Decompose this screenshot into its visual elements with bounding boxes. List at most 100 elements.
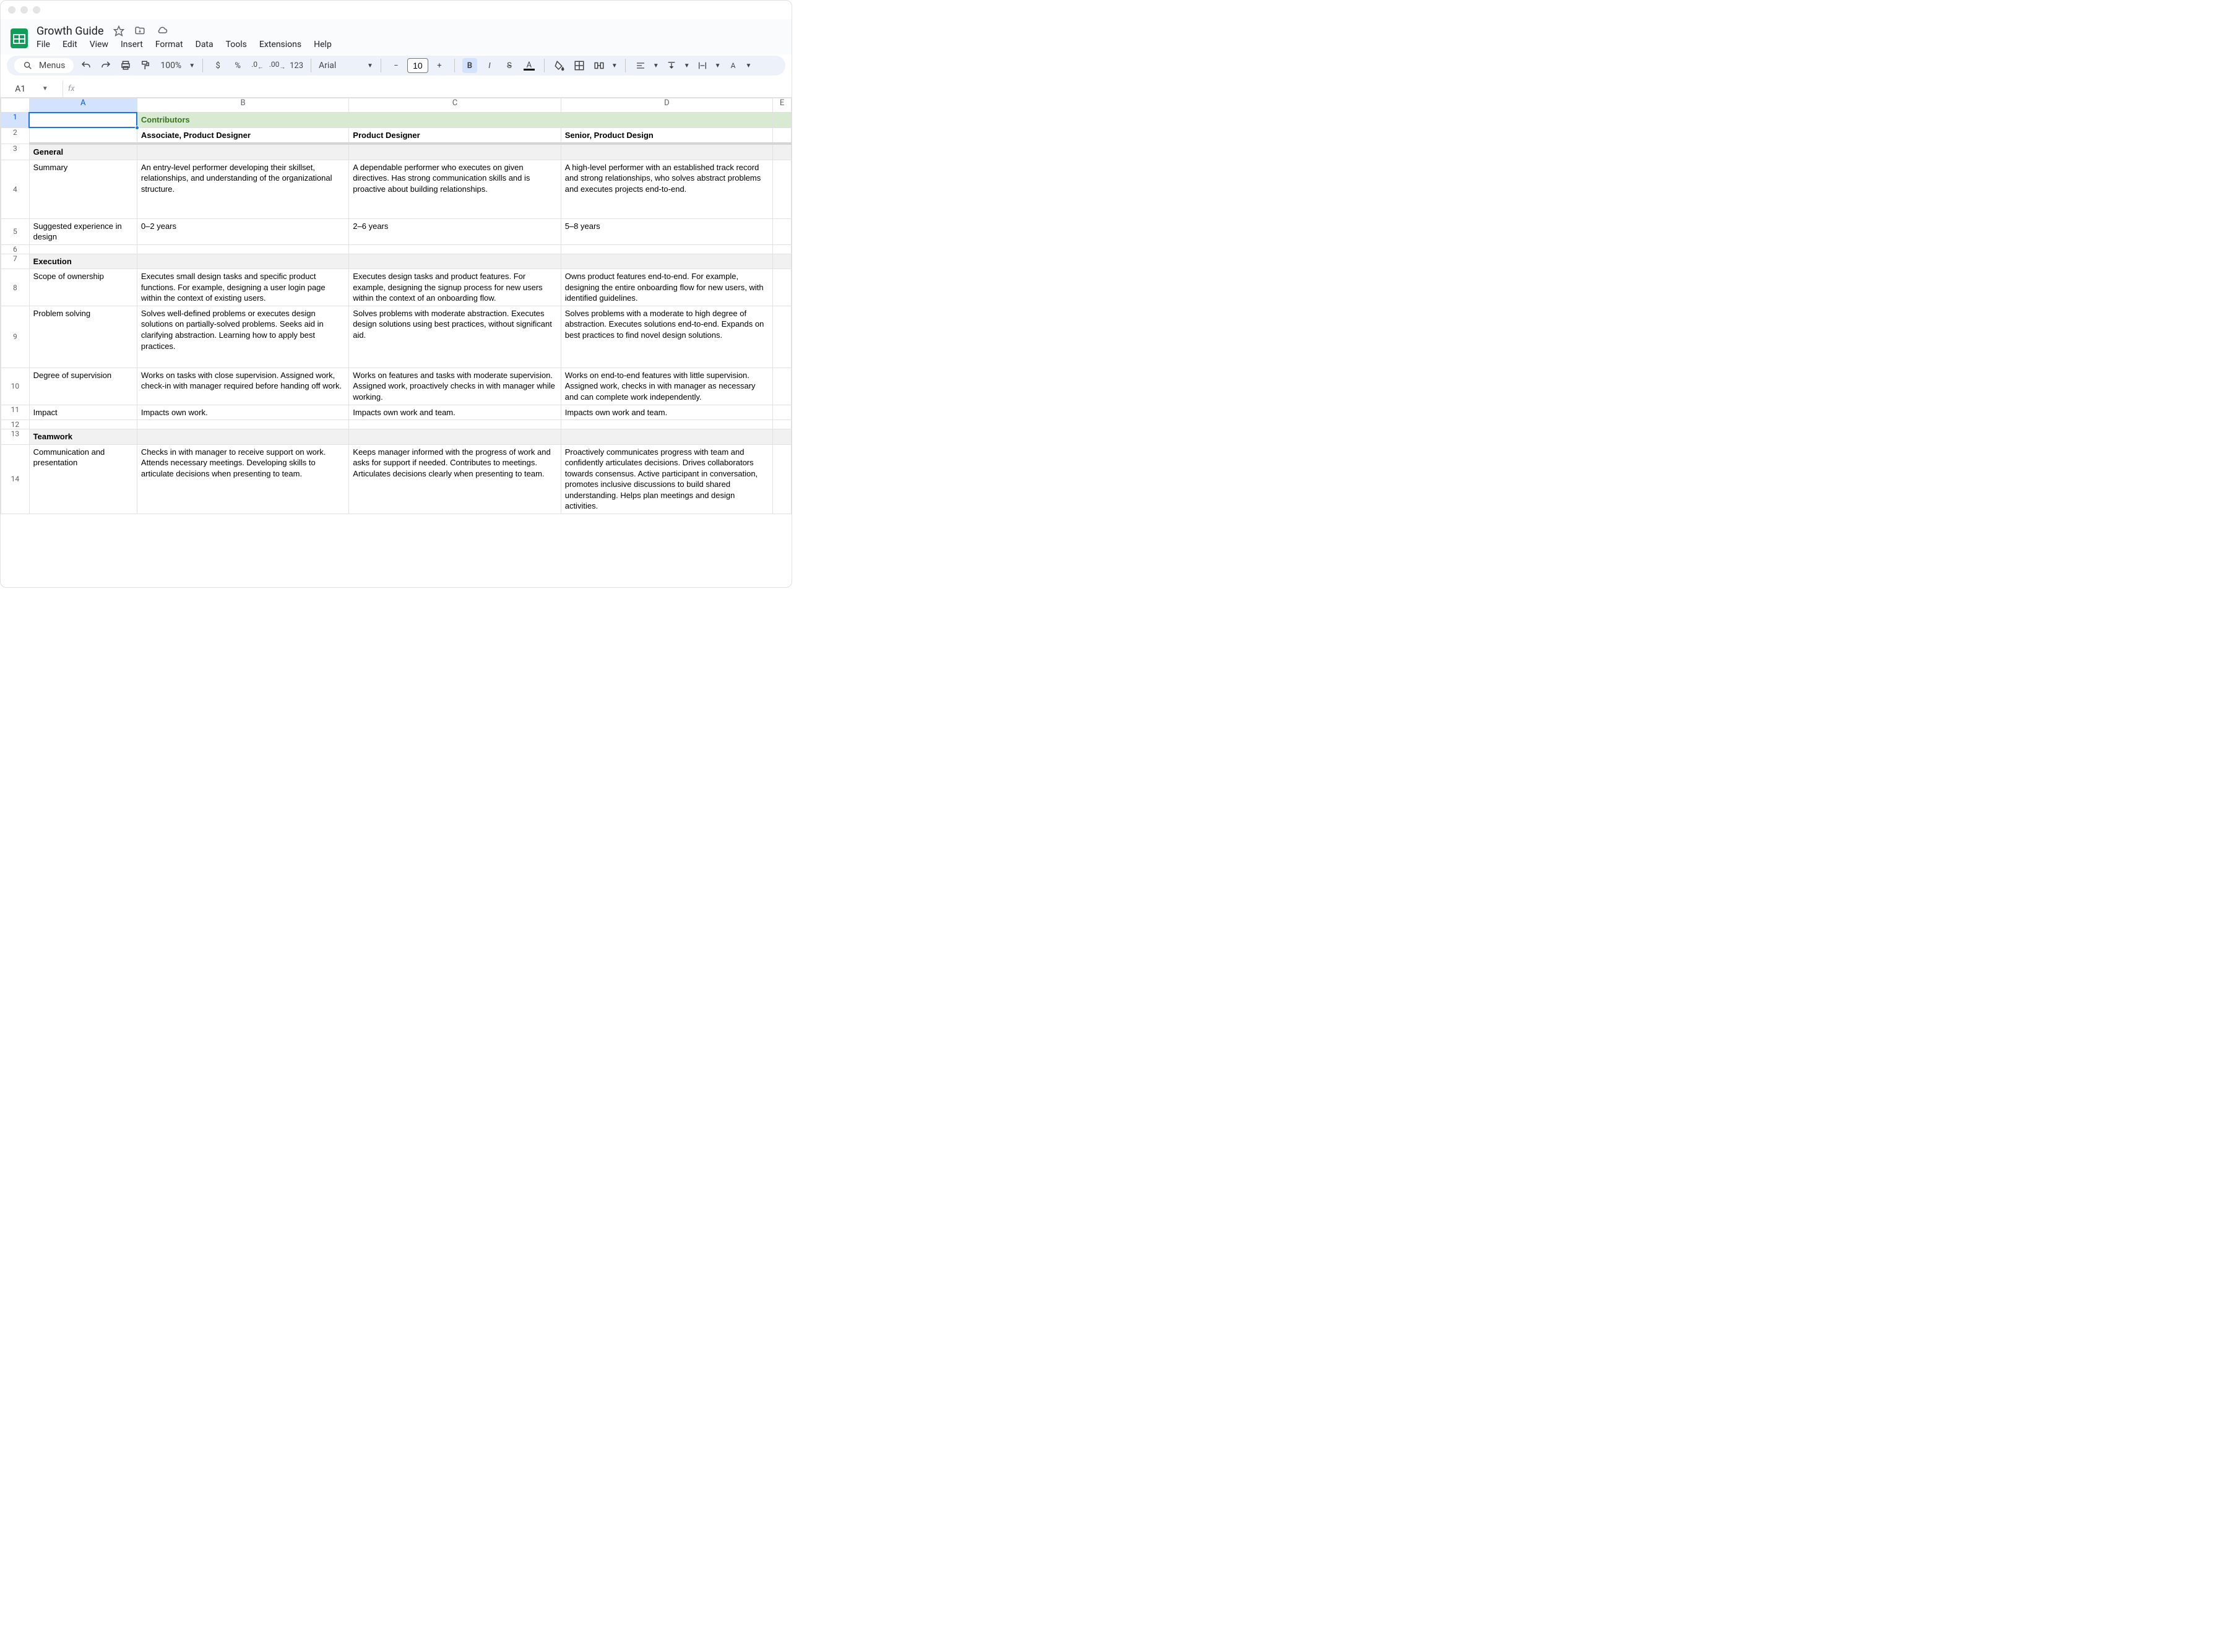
font-size-decrease-button[interactable]: − (389, 58, 404, 73)
font-dropdown-icon[interactable]: ▼ (367, 62, 373, 69)
cell[interactable] (29, 244, 137, 254)
row-header[interactable]: 2 (1, 127, 30, 144)
cell[interactable]: Problem solving (29, 306, 137, 368)
halign-dropdown-icon[interactable]: ▼ (653, 62, 659, 69)
redo-button[interactable] (98, 58, 113, 73)
cell[interactable] (773, 269, 792, 306)
menu-edit[interactable]: Edit (63, 40, 77, 49)
cell[interactable]: Senior, Product Design (561, 127, 772, 144)
percent-button[interactable]: % (230, 58, 245, 73)
row-header[interactable]: 12 (1, 420, 30, 429)
cell[interactable]: Suggested experience in design (29, 218, 137, 244)
menu-extensions[interactable]: Extensions (259, 40, 301, 49)
cell[interactable] (773, 218, 792, 244)
increase-decimal-button[interactable]: .00→ (270, 58, 285, 73)
cell[interactable] (349, 244, 561, 254)
row-header[interactable]: 13 (1, 429, 30, 445)
cell[interactable]: 0–2 years (137, 218, 348, 244)
cell-A1[interactable] (29, 113, 137, 128)
merge-dropdown-icon[interactable]: ▼ (611, 62, 618, 69)
cell[interactable] (137, 244, 348, 254)
valign-dropdown-icon[interactable]: ▼ (684, 62, 690, 69)
row-header[interactable]: 3 (1, 144, 30, 160)
cell[interactable]: Associate, Product Designer (137, 127, 348, 144)
rotation-dropdown-icon[interactable]: ▼ (746, 62, 752, 69)
name-box[interactable]: A1 ▼ (1, 84, 63, 94)
cell[interactable] (561, 244, 772, 254)
row-header[interactable]: 10 (1, 368, 30, 405)
cell[interactable]: Executes small design tasks and specific… (137, 269, 348, 306)
menu-data[interactable]: Data (196, 40, 214, 49)
cell[interactable] (773, 306, 792, 368)
row-header[interactable]: 14 (1, 444, 30, 514)
cell[interactable]: Impacts own work and team. (349, 405, 561, 420)
menu-view[interactable]: View (90, 40, 108, 49)
cell[interactable]: Communication and presentation (29, 444, 137, 514)
wrap-dropdown-icon[interactable]: ▼ (715, 62, 721, 69)
currency-button[interactable]: $ (210, 58, 225, 73)
cell[interactable]: Solves problems with a moderate to high … (561, 306, 772, 368)
cell[interactable]: Summary (29, 160, 137, 218)
cell[interactable]: An entry-level performer developing thei… (137, 160, 348, 218)
star-icon[interactable] (113, 25, 124, 37)
cell[interactable]: Impacts own work and team. (561, 405, 772, 420)
more-formats-button[interactable]: 123 (290, 58, 303, 73)
window-minimize-icon[interactable] (20, 6, 28, 14)
cell[interactable] (349, 420, 561, 429)
cell[interactable] (29, 420, 137, 429)
cell[interactable] (773, 144, 792, 160)
cell[interactable] (773, 254, 792, 269)
cell[interactable] (561, 420, 772, 429)
cell[interactable] (773, 405, 792, 420)
cell[interactable]: Proactively communicates progress with t… (561, 444, 772, 514)
cell[interactable] (561, 144, 772, 160)
row-header[interactable]: 5 (1, 218, 30, 244)
cell[interactable]: Execution (29, 254, 137, 269)
cloud-status-icon[interactable] (155, 25, 169, 37)
row-header[interactable]: 8 (1, 269, 30, 306)
row-header[interactable]: 6 (1, 244, 30, 254)
cell[interactable]: 2–6 years (349, 218, 561, 244)
cell[interactable]: Impacts own work. (137, 405, 348, 420)
cell[interactable] (773, 160, 792, 218)
cell[interactable]: General (29, 144, 137, 160)
cell[interactable]: A dependable performer who executes on g… (349, 160, 561, 218)
cell[interactable] (137, 429, 348, 445)
cell[interactable]: Contributors (137, 113, 772, 128)
text-color-button[interactable]: A (522, 58, 537, 73)
search-menus[interactable]: Menus (14, 58, 74, 73)
cell[interactable]: Solves well-defined problems or executes… (137, 306, 348, 368)
column-header[interactable]: A (29, 98, 137, 113)
cell[interactable]: Works on features and tasks with moderat… (349, 368, 561, 405)
merge-cells-button[interactable] (592, 58, 607, 73)
cell[interactable]: Teamwork (29, 429, 137, 445)
vertical-align-button[interactable] (664, 58, 679, 73)
spreadsheet-grid[interactable]: A B C D E 1 Contributors 2 Associate, Pr… (1, 98, 792, 587)
decrease-decimal-button[interactable]: .0← (250, 58, 265, 73)
font-size-input[interactable] (407, 58, 428, 73)
cell[interactable] (137, 420, 348, 429)
cell[interactable]: Checks in with manager to receive suppor… (137, 444, 348, 514)
cell[interactable]: Works on tasks with close supervision. A… (137, 368, 348, 405)
column-header[interactable]: B (137, 98, 348, 113)
italic-button[interactable]: I (482, 58, 497, 73)
row-header[interactable]: 9 (1, 306, 30, 368)
cell[interactable] (773, 244, 792, 254)
sheets-logo-icon[interactable] (7, 22, 32, 54)
cell[interactable]: Impact (29, 405, 137, 420)
row-header[interactable]: 4 (1, 160, 30, 218)
cell[interactable] (349, 144, 561, 160)
cell[interactable] (773, 444, 792, 514)
menu-file[interactable]: File (37, 40, 50, 49)
select-all-corner[interactable] (1, 98, 30, 113)
window-close-icon[interactable] (8, 6, 15, 14)
cell[interactable]: Solves problems with moderate abstractio… (349, 306, 561, 368)
move-folder-icon[interactable] (134, 25, 146, 37)
borders-button[interactable] (572, 58, 587, 73)
selection-handle-icon[interactable] (135, 126, 139, 130)
cell[interactable] (773, 420, 792, 429)
column-header[interactable]: D (561, 98, 772, 113)
menu-format[interactable]: Format (155, 40, 183, 49)
row-header[interactable]: 7 (1, 254, 30, 269)
cell[interactable]: Product Designer (349, 127, 561, 144)
